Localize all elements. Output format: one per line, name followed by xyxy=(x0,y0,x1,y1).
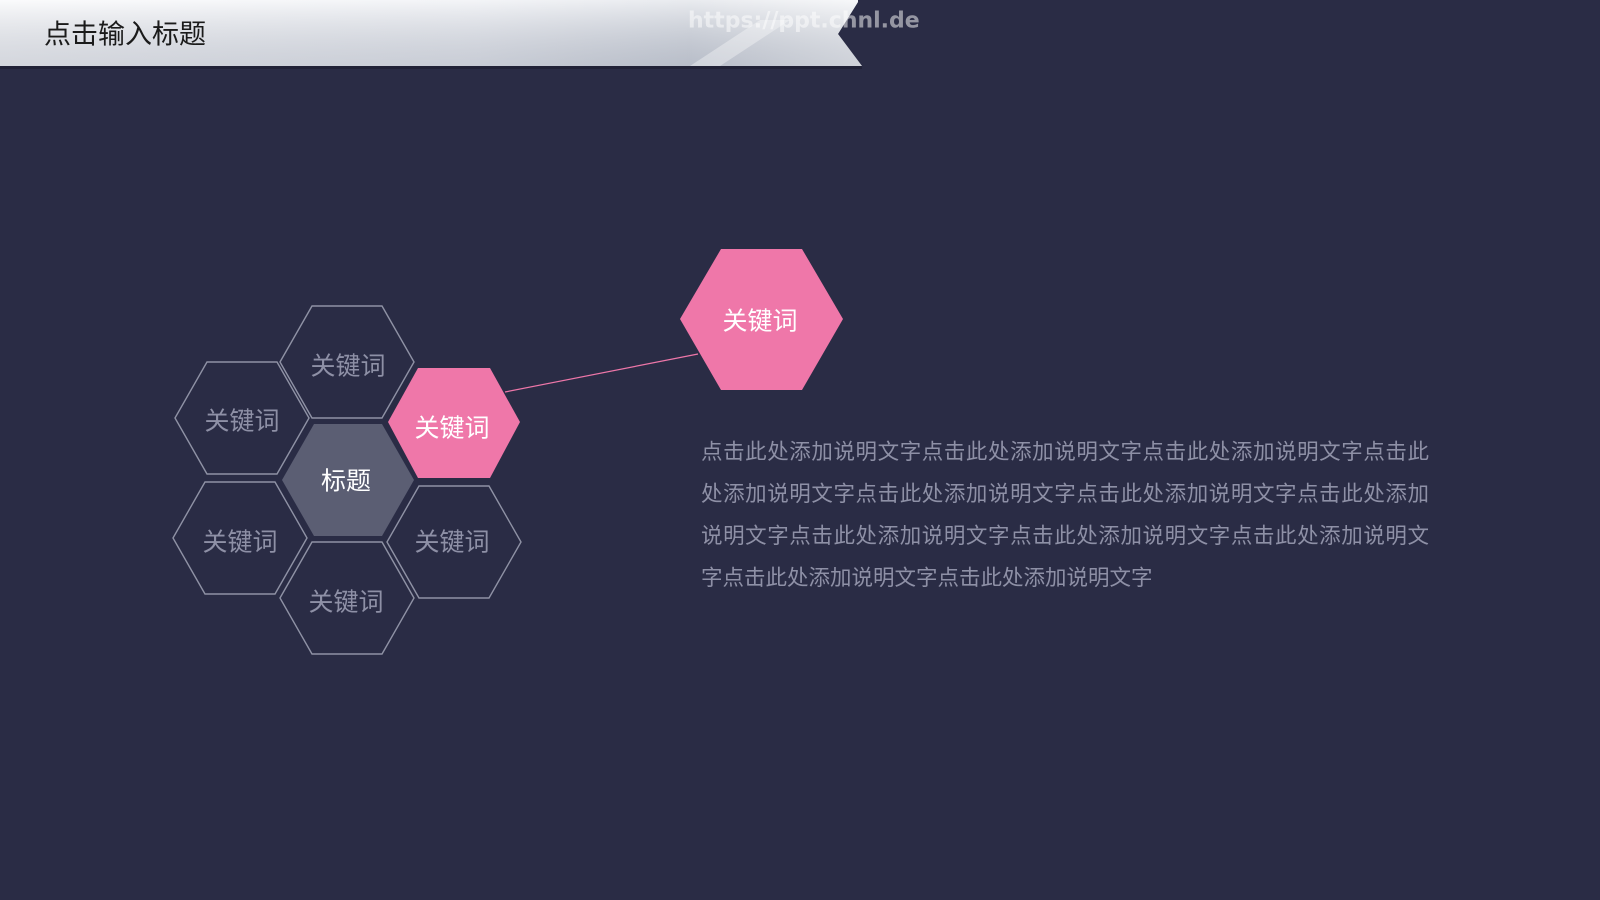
hexagon-highlight[interactable]: 关键词 xyxy=(388,368,520,478)
hexagon-bottom-label: 关键词 xyxy=(308,588,383,617)
hexagon-top-label: 关键词 xyxy=(310,352,385,381)
hexagon-center-label: 标题 xyxy=(321,467,371,496)
callout-hexagon-label: 关键词 xyxy=(722,307,797,336)
callout-hexagon[interactable]: 关键词 xyxy=(680,249,843,390)
hexagon-lower-left-label: 关键词 xyxy=(202,528,277,557)
hexagon-upper-left-label: 关键词 xyxy=(204,407,279,436)
hexagon-lower-right-label: 关键词 xyxy=(414,528,489,557)
hexagon-lower-right[interactable]: 关键词 xyxy=(386,485,522,599)
hexagon-cluster: 关键词 关键词 关键词 标题 关键词 关键词 关键词 xyxy=(172,305,522,655)
connector-line xyxy=(504,353,699,393)
page-title[interactable]: 点击输入标题 xyxy=(44,20,206,51)
description-text[interactable]: 点击此处添加说明文字点击此处添加说明文字点击此处添加说明文字点击此处添加说明文字… xyxy=(701,432,1429,600)
hexagon-lower-left[interactable]: 关键词 xyxy=(172,481,308,595)
title-banner: 点击输入标题 https://ppt.chnl.de xyxy=(0,0,920,69)
slide: 点击输入标题 https://ppt.chnl.de 关键词 关键词 关键词 标… xyxy=(0,0,1600,900)
hexagon-bottom[interactable]: 关键词 xyxy=(279,541,415,655)
watermark-text: https://ppt.chnl.de xyxy=(688,9,920,34)
hexagon-center[interactable]: 标题 xyxy=(282,424,414,536)
hexagon-highlight-label: 关键词 xyxy=(414,414,489,443)
